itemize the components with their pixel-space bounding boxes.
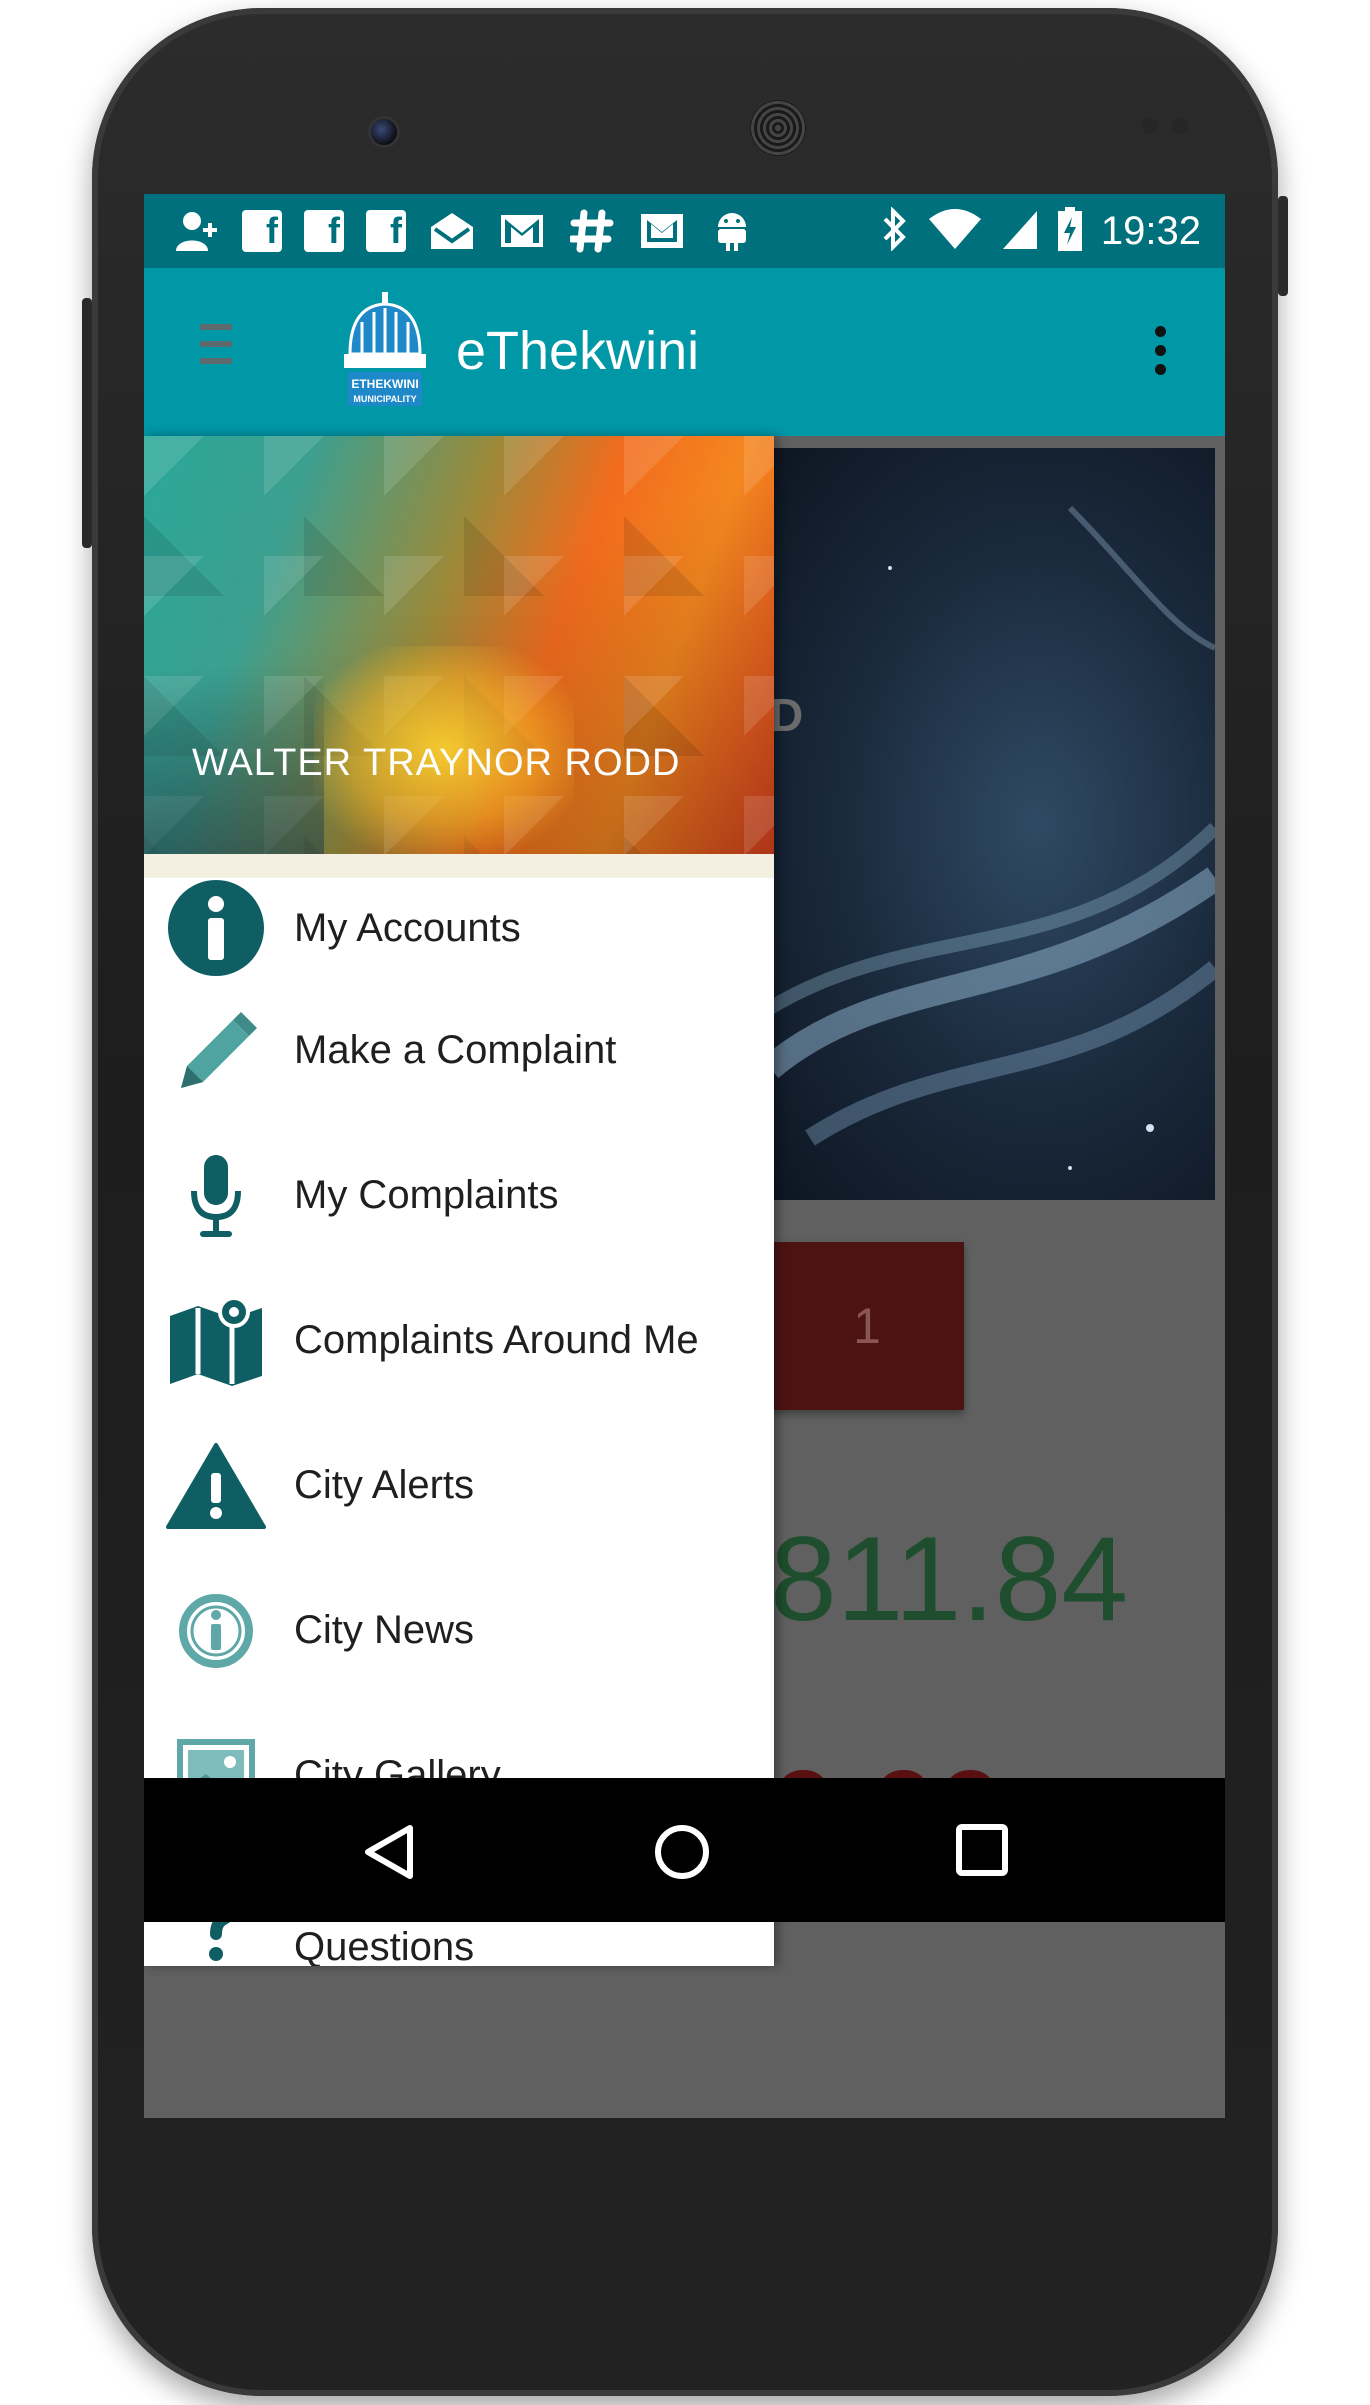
back-icon[interactable] [360, 1822, 416, 1886]
mail-icon [638, 209, 686, 253]
count-badge: 1 [770, 1242, 964, 1410]
banner-text: D [770, 689, 804, 741]
system-status-icons: 19:32 [879, 194, 1201, 268]
menu-item-label: My Accounts [294, 905, 521, 950]
ethekwini-logo: ETHEKWINI MUNICIPALITY [340, 292, 430, 410]
facebook-icon: f [242, 210, 282, 252]
power-button [82, 298, 92, 548]
recents-icon[interactable] [954, 1822, 1010, 1882]
svg-text:ETHEKWINI: ETHEKWINI [351, 377, 418, 391]
proximity-sensor [1142, 118, 1158, 134]
menu-item-label: Complaints Around Me [294, 1318, 699, 1362]
app-title: eThekwini [456, 321, 700, 381]
menu-item-city-news[interactable]: City News [144, 1558, 774, 1703]
header-divider [144, 854, 774, 878]
menu-item-complaints-around-me[interactable]: Complaints Around Me [144, 1268, 774, 1413]
svg-text:MUNICIPALITY: MUNICIPALITY [353, 394, 416, 404]
hashtag-icon [568, 209, 616, 253]
amount-balance: 811.84 [770, 1512, 1129, 1646]
system-nav-bar [144, 1778, 1225, 1922]
home-icon[interactable] [652, 1822, 712, 1886]
wifi-icon [927, 207, 983, 255]
pencil-icon [166, 1001, 266, 1101]
menu-item-my-accounts[interactable]: My Accounts [144, 878, 774, 978]
status-bar: f f f 19:32 [144, 194, 1225, 268]
microphone-icon [166, 1146, 266, 1246]
menu-item-make-complaint[interactable]: Make a Complaint [144, 978, 774, 1123]
user-name: WALTER TRAYNOR RODD [192, 742, 681, 784]
signal-icon [1001, 209, 1039, 253]
warning-icon [166, 1436, 266, 1536]
overflow-menu-icon[interactable] [1155, 326, 1167, 380]
light-sensor [1172, 118, 1188, 134]
volume-button [1278, 196, 1288, 296]
navigation-drawer: WALTER TRAYNOR RODD My Accounts Make a C… [144, 436, 774, 1966]
front-camera [368, 116, 400, 148]
android-icon [708, 209, 756, 253]
facebook-icon: f [304, 210, 344, 252]
info-outline-icon [166, 1581, 266, 1681]
earpiece-speaker [750, 100, 806, 156]
facebook-icon: f [366, 210, 406, 252]
drawer-header: WALTER TRAYNOR RODD [144, 436, 774, 854]
hamburger-menu-icon[interactable] [200, 324, 232, 368]
notification-icons: f f f [172, 209, 756, 253]
status-time: 19:32 [1100, 208, 1201, 253]
battery-charging-icon [1057, 207, 1083, 255]
menu-item-label: Make a Complaint [294, 1028, 617, 1072]
menu-item-label: City News [294, 1608, 475, 1652]
menu-item-label: City Alerts [294, 1463, 475, 1507]
mail-open-icon [428, 209, 476, 253]
menu-item-my-complaints[interactable]: My Complaints [144, 1123, 774, 1268]
menu-item-label: My Complaints [294, 1173, 559, 1217]
info-circle-icon [166, 878, 266, 978]
app-bar: ETHEKWINI MUNICIPALITY eThekwini [144, 268, 1225, 436]
menu-item-city-alerts[interactable]: City Alerts [144, 1413, 774, 1558]
bluetooth-icon [879, 206, 909, 255]
gmail-icon [498, 209, 546, 253]
map-pin-icon [166, 1291, 266, 1391]
add-person-icon [172, 209, 220, 253]
home-banner: D [770, 448, 1215, 1200]
